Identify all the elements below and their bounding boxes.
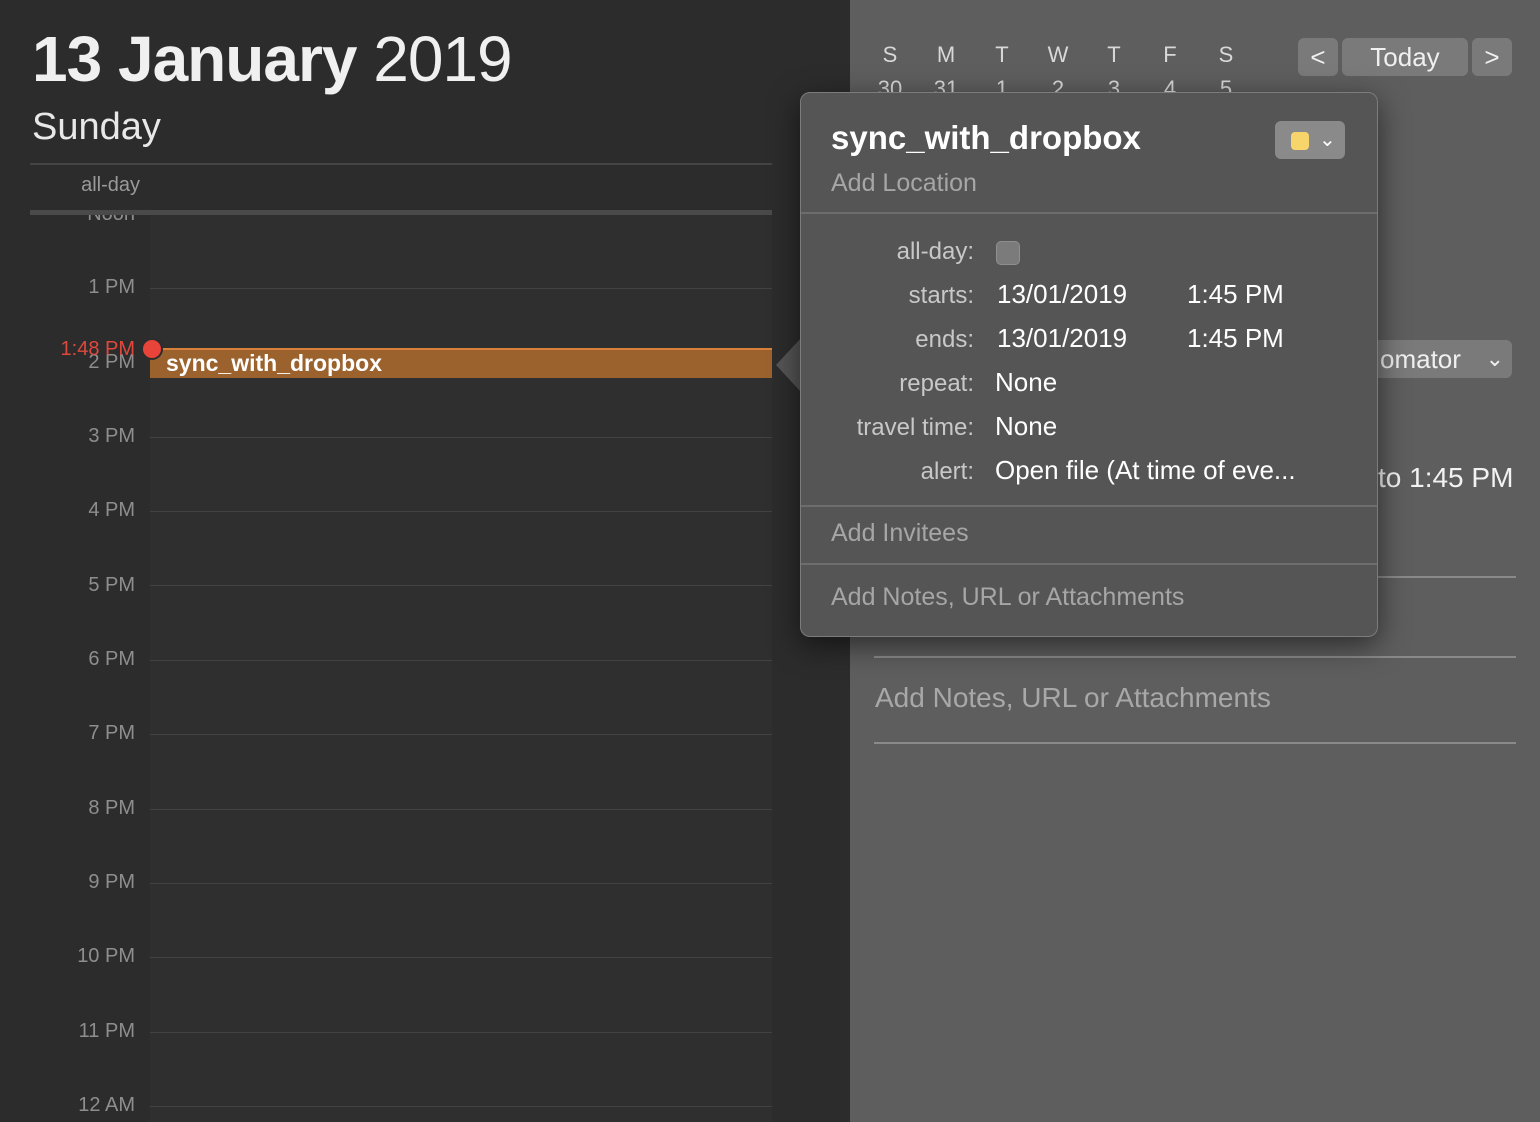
start-date-field[interactable]: 13/01/2019 <box>997 279 1127 310</box>
chevron-down-icon: ⌄ <box>1485 346 1504 371</box>
hour-label-11pm: 11 PM <box>78 1020 135 1042</box>
hour-label-10pm: 10 PM <box>77 945 135 967</box>
hour-label-1pm: 1 PM <box>88 276 135 298</box>
hour-label-4pm: 4 PM <box>88 499 135 521</box>
add-notes-field[interactable]: Add Notes, URL or Attachments <box>831 583 1184 612</box>
mini-calendar-weekday: T <box>1107 42 1121 67</box>
chevron-left-icon: < <box>1310 42 1326 72</box>
current-time-indicator <box>141 338 163 360</box>
repeat-field-label: repeat: <box>899 370 974 397</box>
alert-field-label: alert: <box>920 458 974 485</box>
hour-line <box>150 1106 772 1107</box>
mini-calendar-weekday: S <box>882 42 898 67</box>
hour-line <box>150 288 772 289</box>
event-title-field[interactable]: sync_with_dropbox <box>831 119 1141 157</box>
color-swatch <box>1291 132 1309 150</box>
hour-line <box>150 585 772 586</box>
title-year: 2019 <box>373 23 512 95</box>
alert-select[interactable]: Open file (At time of eve... <box>995 455 1296 486</box>
mini-calendar-weekday: S <box>1218 42 1234 67</box>
travel-time-field-label: travel time: <box>856 414 974 441</box>
current-time-label: 1:48 PM <box>60 338 135 360</box>
inspector-time-text: to 1:45 PM <box>1378 462 1514 493</box>
start-time-field[interactable]: 1:45 PM <box>1187 279 1284 310</box>
repeat-select[interactable]: None <box>995 367 1057 398</box>
inspector-notes-field[interactable]: Add Notes, URL or Attachments <box>875 682 1271 714</box>
allday-field-label: all-day: <box>896 238 974 265</box>
mini-calendar-weekday: M <box>936 42 956 67</box>
popover-divider <box>801 563 1377 565</box>
hour-label-12am: 12 AM <box>78 1094 135 1116</box>
hour-line <box>150 734 772 735</box>
hour-line <box>150 809 772 810</box>
mini-calendar-weekday: T <box>995 42 1009 67</box>
today-button[interactable]: Today <box>1342 38 1468 76</box>
timeline-grid[interactable]: Noon 1 PM 2 PM 3 PM 4 PM 5 PM 6 PM 7 PM … <box>0 215 850 1122</box>
allday-row-label: all-day <box>81 174 140 196</box>
hour-line <box>150 1032 772 1033</box>
chevron-down-icon: ⌄ <box>1319 129 1336 151</box>
title-day-month: 13 January <box>32 23 357 95</box>
hour-line <box>150 660 772 661</box>
inspector-divider <box>874 656 1516 658</box>
hour-label-5pm: 5 PM <box>88 574 135 596</box>
event-detail-popover: sync_with_dropbox Add Location ⌄ all-day… <box>800 92 1378 637</box>
chevron-right-icon: > <box>1484 42 1500 72</box>
prev-day-button[interactable]: < <box>1298 38 1338 76</box>
weekday-label: Sunday <box>32 106 161 148</box>
calendar-select[interactable]: omator ⌄ <box>1378 340 1512 378</box>
hour-label-6pm: 6 PM <box>88 648 135 670</box>
calendar-color-picker[interactable]: ⌄ <box>1275 121 1345 159</box>
hour-label-8pm: 8 PM <box>88 797 135 819</box>
location-field[interactable]: Add Location <box>831 169 977 198</box>
next-day-button[interactable]: > <box>1472 38 1512 76</box>
end-date-field[interactable]: 13/01/2019 <box>997 323 1127 354</box>
calendar-select-value: omator <box>1380 344 1461 374</box>
ends-field-label: ends: <box>915 326 974 353</box>
popover-divider <box>801 212 1377 214</box>
mini-calendar-weekday: F <box>1163 42 1177 67</box>
hour-label-7pm: 7 PM <box>88 722 135 744</box>
end-time-field[interactable]: 1:45 PM <box>1187 323 1284 354</box>
allday-checkbox[interactable] <box>996 241 1020 265</box>
hour-label-3pm: 3 PM <box>88 425 135 447</box>
hour-line <box>150 883 772 884</box>
event-block[interactable]: sync_with_dropbox <box>150 348 772 378</box>
page-title: 13 January 2019 <box>32 22 513 96</box>
hour-line <box>150 437 772 438</box>
allday-divider <box>30 210 772 215</box>
travel-time-select[interactable]: None <box>995 411 1057 442</box>
add-invitees-field[interactable]: Add Invitees <box>831 519 969 548</box>
hour-label-9pm: 9 PM <box>88 871 135 893</box>
header-divider <box>30 163 772 165</box>
starts-field-label: starts: <box>908 282 974 309</box>
day-view: 13 January 2019 Sunday all-day Noon 1 PM… <box>0 0 850 1122</box>
hour-line <box>150 511 772 512</box>
inspector-divider <box>874 742 1516 744</box>
mini-calendar-weekday: W <box>1047 42 1069 67</box>
hour-label-noon: Noon <box>0 215 135 226</box>
hour-line <box>150 957 772 958</box>
popover-arrow <box>776 338 801 392</box>
popover-divider <box>801 505 1377 507</box>
